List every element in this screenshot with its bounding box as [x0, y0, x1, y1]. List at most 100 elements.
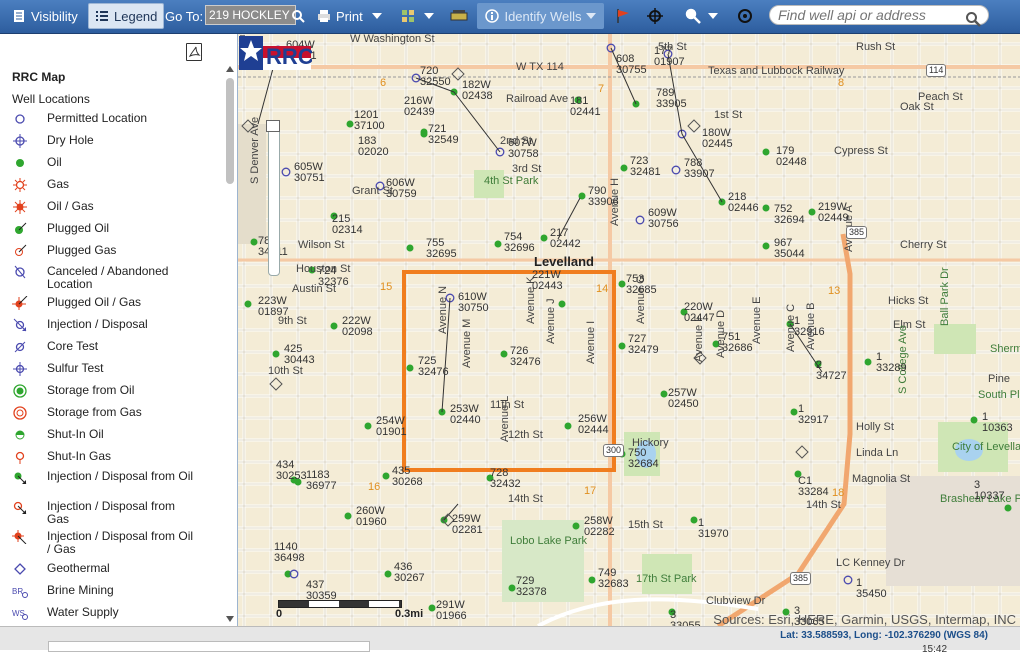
well-number: 02450	[668, 398, 699, 410]
well-number: 30750	[458, 302, 489, 314]
well-label: C1 33284	[798, 476, 829, 498]
well-number: 32479	[628, 344, 659, 356]
zoom-tool-button[interactable]	[685, 3, 718, 29]
basemap-button[interactable]	[401, 3, 434, 29]
legend-subtitle: Well Locations	[12, 92, 90, 106]
well-oil-marker	[690, 516, 698, 524]
well-oil-marker	[762, 204, 770, 212]
well-number: 30268	[392, 476, 423, 488]
injection-gas-icon	[13, 501, 27, 514]
search-icon[interactable]	[965, 6, 981, 32]
legend-item: Injection / Disposal from Oil	[12, 470, 212, 484]
well-number: 30253	[276, 470, 307, 482]
well-number: 01897	[258, 306, 289, 318]
chevron-down-icon	[708, 13, 718, 19]
well-number: 33906	[588, 196, 619, 208]
well-oil-marker	[618, 342, 626, 350]
well-number: 32376	[318, 276, 349, 288]
print-button[interactable]: Print	[317, 3, 382, 29]
well-number: 30758	[508, 148, 539, 160]
scroll-down-arrow[interactable]	[226, 616, 234, 622]
legend-item-label: Core Test	[47, 339, 99, 353]
well-label: 2 34727	[816, 360, 847, 382]
well-label: 790 33906	[588, 186, 619, 208]
pdf-export-icon[interactable]	[186, 43, 202, 61]
injection-oil-icon	[14, 472, 27, 484]
well-label: 180W 02445	[702, 128, 733, 150]
crosshair-icon[interactable]	[647, 3, 663, 29]
legend-item-label: Geothermal	[47, 561, 110, 575]
well-label: 967 35044	[774, 238, 805, 260]
well-label: 721 32549	[428, 124, 459, 146]
rrc-logo: RRC	[239, 36, 312, 70]
well-oil-marker	[558, 300, 566, 308]
well-diamond-marker	[795, 445, 809, 459]
goto-input[interactable]	[205, 5, 296, 25]
street-label: Holly St	[856, 421, 894, 433]
scroll-up-arrow[interactable]	[226, 66, 234, 72]
well-number: 10337	[974, 490, 1005, 502]
well-oil-marker	[790, 408, 798, 416]
well-label: 1 31970	[698, 518, 729, 540]
well-label: 754 32696	[504, 232, 535, 254]
full-extent-icon[interactable]	[737, 3, 753, 29]
shut-in-oil-icon	[15, 430, 25, 440]
street-label: Avenue E	[751, 296, 763, 344]
zoom-slider-handle[interactable]	[266, 120, 280, 132]
well-number: 01907	[654, 56, 685, 68]
goto-label: Go To:	[165, 8, 204, 24]
well-oil-marker	[564, 422, 572, 430]
street-label: W Washington St	[350, 34, 435, 45]
legend-item-label: Plugged Oil / Gas	[47, 295, 142, 309]
street-label: Lobo Lake Park	[510, 535, 588, 547]
well-number: 02448	[776, 156, 807, 168]
well-label: 436 30267	[394, 562, 425, 584]
street-label: Linda Ln	[856, 447, 899, 459]
city-label: Levelland	[534, 254, 594, 269]
street-label: Magnolia St	[852, 473, 911, 485]
goto-search-icon[interactable]	[291, 3, 305, 29]
legend-item: Oil	[12, 156, 212, 170]
well-number: 02314	[332, 224, 363, 236]
legend-scrollbar-thumb[interactable]	[226, 78, 234, 184]
street-label: Rush St	[856, 41, 896, 53]
well-label: 726 32476	[510, 346, 541, 368]
svg-text:BR: BR	[12, 587, 23, 596]
identify-wells-button[interactable]: Identify Wells	[477, 3, 604, 29]
zoom-slider[interactable]	[268, 126, 280, 276]
well-label: 753 32685	[626, 274, 657, 296]
legend-label: Legend	[114, 8, 158, 24]
well-number: 32481	[630, 166, 661, 178]
well-label: 182W 02438	[462, 80, 493, 102]
well-number: 02438	[462, 90, 493, 102]
legend-item-label: Sulfur Test	[47, 361, 104, 375]
legend-item: Oil / Gas	[12, 200, 212, 214]
well-oil-marker	[384, 570, 392, 578]
legend-button[interactable]: Legend	[88, 3, 165, 29]
street-label: Cypress St	[834, 145, 888, 157]
well-oil-marker	[250, 238, 258, 246]
section-number: 7	[598, 83, 605, 95]
well-label: 256W 02444	[578, 414, 609, 436]
street-label: Avenue M	[461, 318, 473, 368]
highway-shield: 385	[790, 572, 812, 585]
coordinate-readout: Lat: 33.588593, Long: -102.376290 (WGS 8…	[780, 630, 988, 641]
well-number: 33284	[798, 486, 829, 498]
legend-item-label: Plugged Oil	[47, 221, 110, 235]
park-sherman	[934, 324, 976, 354]
visibility-button[interactable]: Visibility	[12, 3, 78, 29]
sulfur-test-icon	[13, 362, 27, 376]
legend-item-label: Injection / Disposal from Gas	[47, 499, 176, 526]
search-input[interactable]	[769, 5, 989, 25]
section-number: 6	[380, 77, 387, 89]
rig-icon[interactable]	[450, 3, 468, 29]
legend-item: Core Test	[12, 340, 212, 354]
street-label: Avenue J	[545, 298, 557, 344]
street-label: Peach St	[918, 91, 963, 103]
scale-max-label: 0.3mi	[395, 608, 424, 620]
map-view[interactable]: W Washington St W TX 114 Railroad Ave 1st S…	[238, 34, 1020, 626]
flag-icon[interactable]	[615, 3, 631, 29]
well-label: 425 30443	[284, 344, 315, 366]
well-number: 35450	[856, 588, 887, 600]
well-label: 788 33907	[684, 158, 715, 180]
